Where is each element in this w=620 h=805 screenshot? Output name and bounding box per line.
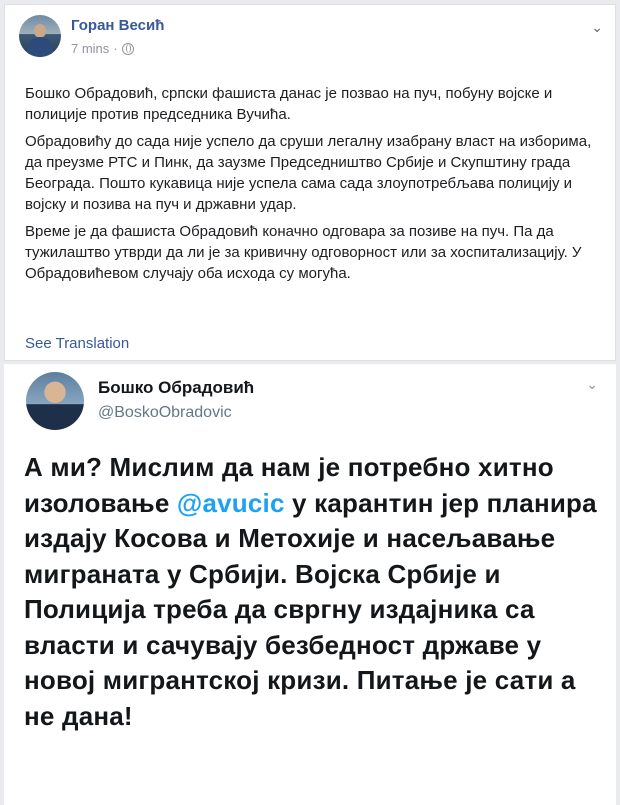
post-author-name[interactable]: Горан Весић	[71, 17, 164, 34]
author-avatar[interactable]	[19, 15, 61, 57]
tweet-text-part: у карантин јер планира издају Косова и М…	[24, 487, 597, 731]
post-body: Бошко Обрадовић, српски фашиста данас је…	[25, 83, 605, 290]
tweet-mention-link[interactable]: @avucic	[177, 488, 285, 518]
tweet-text: А ми? Мислим да нам је потребно хитно из…	[24, 450, 604, 734]
tweet-author-name[interactable]: Бошко Обрадовић	[98, 378, 254, 398]
facebook-post: Горан Весић 7 mins · ⌄ Бошко Обрадовић, …	[4, 4, 616, 361]
avatar-body	[27, 37, 53, 57]
post-paragraph: Бошко Обрадовић, српски фашиста данас је…	[25, 85, 553, 123]
globe-icon	[121, 42, 134, 55]
chevron-down-icon[interactable]: ⌄	[586, 376, 598, 393]
see-translation-link[interactable]: See Translation	[25, 335, 129, 352]
post-paragraph: Време је да фашиста Обрадовић коначно од…	[25, 223, 582, 282]
tweet-author-handle[interactable]: @BoskoObradovic	[98, 404, 232, 422]
post-time[interactable]: 7 mins	[71, 41, 109, 56]
avatar-head	[34, 24, 46, 38]
embedded-tweet: Бошко Обрадовић @BoskoObradovic ⌄ А ми? …	[4, 364, 616, 805]
chevron-down-icon[interactable]: ⌄	[591, 19, 603, 36]
post-paragraph: Обрадовићу до сада није успело да сруши …	[25, 133, 592, 213]
post-meta: 7 mins ·	[71, 41, 134, 56]
tweet-author-avatar[interactable]	[26, 372, 84, 430]
